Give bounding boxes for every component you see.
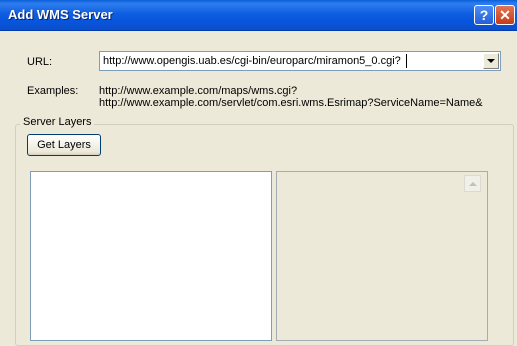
url-combobox[interactable]: http://www.opengis.uab.es/cgi-bin/europa… [99, 51, 501, 71]
url-label: URL: [27, 56, 53, 68]
examples-label: Examples: [27, 85, 79, 97]
help-icon: ? [479, 7, 489, 23]
text-caret [406, 54, 407, 68]
close-icon: ✕ [499, 7, 511, 23]
example-url-1: http://www.example.com/maps/wms.cgi? [99, 85, 298, 97]
layers-list[interactable] [30, 171, 272, 341]
help-button[interactable]: ? [474, 5, 494, 25]
dropdown-arrow-icon[interactable] [483, 53, 499, 69]
layer-details-panel[interactable] [276, 171, 488, 341]
example-url-2: http://www.example.com/servlet/com.esri.… [99, 97, 483, 109]
scroll-up-arrow-icon[interactable] [464, 175, 481, 192]
get-layers-button[interactable]: Get Layers [27, 134, 101, 156]
window-title: Add WMS Server [8, 7, 113, 22]
title-bar[interactable]: Add WMS Server ? ✕ [0, 0, 517, 31]
url-input[interactable]: http://www.opengis.uab.es/cgi-bin/europa… [103, 55, 401, 67]
server-layers-title: Server Layers [20, 116, 95, 128]
close-button[interactable]: ✕ [495, 5, 515, 25]
